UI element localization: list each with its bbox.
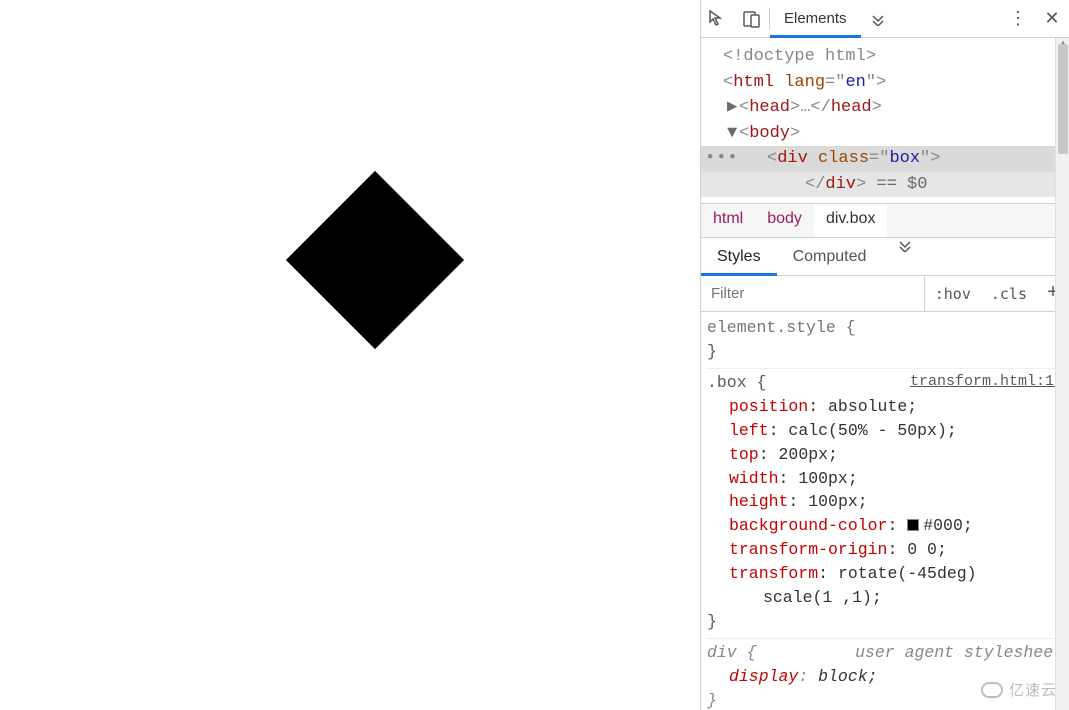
more-tabs-icon[interactable]	[861, 0, 895, 38]
scroll-thumb[interactable]	[1058, 44, 1068, 154]
styles-filter-row: :hov .cls +	[701, 276, 1069, 312]
dom-body-open[interactable]: ▼<body>	[707, 121, 1067, 147]
dom-tree[interactable]: <!doctype html> <html lang="en"> ▶<head>…	[701, 38, 1069, 204]
dom-div-close[interactable]: </div> == $0	[701, 172, 1067, 198]
dom-head[interactable]: ▶<head>…</head>	[707, 95, 1067, 121]
tab-styles[interactable]: Styles	[701, 238, 777, 276]
scrollbar[interactable]: ▴	[1055, 38, 1069, 710]
ua-source-label: user agent stylesheet	[855, 641, 1063, 665]
crumb-divbox[interactable]: div.box	[814, 204, 888, 237]
styles-tab-row: Styles Computed	[701, 238, 1069, 276]
dom-div-open[interactable]: ••• <div class="box">	[701, 146, 1067, 172]
source-link[interactable]: transform.html:13	[910, 371, 1063, 395]
watermark: 亿速云	[981, 679, 1057, 700]
watermark-text: 亿速云	[1009, 679, 1057, 700]
more-style-tabs-icon[interactable]	[882, 238, 928, 276]
cls-toggle[interactable]: .cls	[981, 285, 1037, 303]
tab-computed[interactable]: Computed	[777, 238, 883, 276]
hov-toggle[interactable]: :hov	[925, 285, 981, 303]
breadcrumb: html body div.box	[701, 204, 1069, 238]
color-swatch-icon[interactable]	[907, 519, 919, 531]
collapse-triangle-icon[interactable]: ▼	[727, 121, 739, 147]
close-icon[interactable]: ✕	[1035, 0, 1069, 38]
crumb-body[interactable]: body	[755, 204, 814, 237]
kebab-menu-icon[interactable]: ⋮	[1001, 0, 1035, 38]
selected-dots-icon: •••	[705, 146, 739, 172]
device-toolbar-icon[interactable]	[735, 0, 769, 38]
dom-html-open[interactable]: <html lang="en">	[707, 70, 1067, 96]
styles-filter-input[interactable]	[701, 276, 925, 311]
rotated-box	[286, 171, 464, 349]
watermark-icon	[981, 682, 1003, 698]
crumb-html[interactable]: html	[701, 204, 755, 237]
expand-triangle-icon[interactable]: ▶	[727, 95, 739, 121]
page-viewport	[0, 0, 700, 710]
elements-tab[interactable]: Elements	[770, 0, 861, 38]
dom-doctype[interactable]: <!doctype html>	[707, 44, 1067, 70]
rule-inline[interactable]: element.style { }	[707, 316, 1063, 369]
inspect-icon[interactable]	[701, 0, 735, 38]
devtools-panel: Elements ⋮ ✕ <!doctype html> <html lang=…	[700, 0, 1069, 710]
devtools-toolbar: Elements ⋮ ✕	[701, 0, 1069, 38]
styles-rules-pane[interactable]: element.style { } .box { transform.html:…	[701, 312, 1069, 710]
rule-box[interactable]: .box { transform.html:13 position: absol…	[707, 371, 1063, 639]
